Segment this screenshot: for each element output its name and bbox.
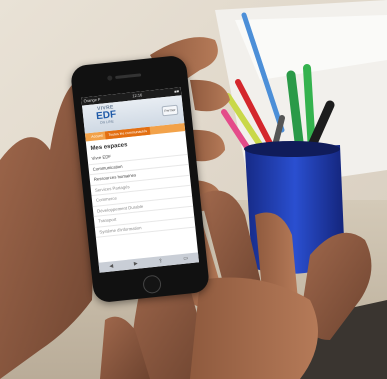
home-button[interactable]: [142, 274, 162, 295]
camera-icon: [107, 75, 113, 81]
site-logo[interactable]: VIVRE EDF ON LINE: [90, 104, 122, 131]
back-arrow-icon[interactable]: ◀: [109, 263, 113, 269]
close-button[interactable]: Fermer: [161, 104, 179, 117]
phone-screen: Orange F 12:16 ■■ VIVRE EDF ON LINE Ferm…: [81, 87, 200, 273]
forward-arrow-icon[interactable]: ▶: [134, 261, 138, 267]
photo-scene: Orange F 12:16 ■■ VIVRE EDF ON LINE Ferm…: [0, 0, 387, 379]
bookmarks-icon[interactable]: ▭: [183, 255, 188, 261]
smartphone: Orange F 12:16 ■■ VIVRE EDF ON LINE Ferm…: [69, 54, 211, 304]
browser-toolbar: ◀ ▶ ⇪ ▭: [98, 252, 200, 273]
share-icon[interactable]: ⇪: [158, 258, 163, 264]
phone-speaker: [115, 73, 142, 80]
